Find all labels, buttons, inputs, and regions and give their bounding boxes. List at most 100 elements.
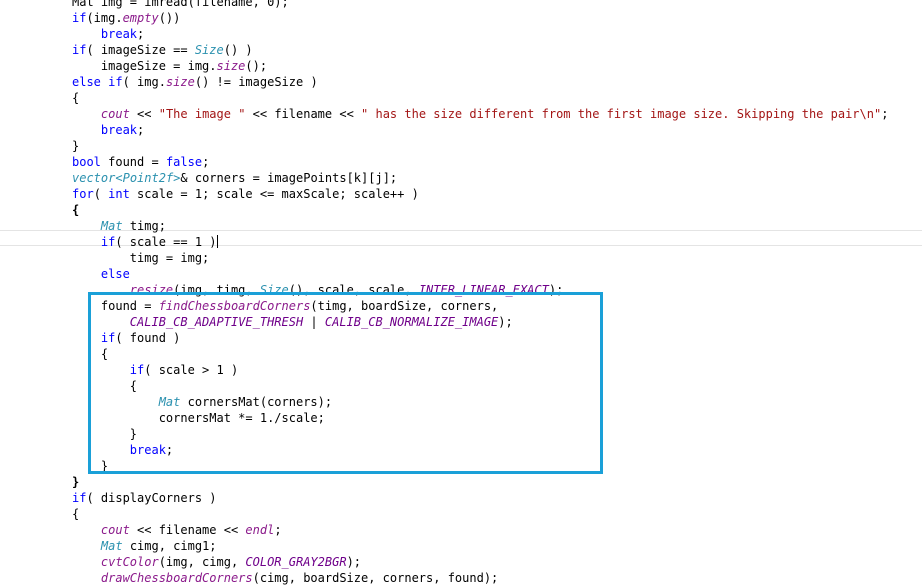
code-token: { [72, 507, 80, 521]
code-token: { [72, 203, 80, 217]
code-line[interactable]: Mat cimg, cimg1; [72, 538, 217, 554]
code-token: if [72, 491, 87, 505]
code-token: << filename << [129, 523, 246, 537]
code-token: } [72, 139, 80, 153]
code-token: ()) [158, 11, 181, 25]
code-line[interactable]: break; [72, 122, 144, 138]
code-token: size [216, 59, 246, 73]
code-token: for [72, 187, 94, 201]
code-line[interactable]: { [72, 90, 79, 106]
code-line[interactable]: else [72, 266, 130, 282]
code-token: ); [346, 555, 362, 569]
code-token: drawChessboardCorners [100, 571, 253, 585]
code-token: vector [72, 171, 116, 185]
code-token: endl [245, 523, 275, 537]
code-token: ; [202, 155, 210, 169]
code-token: " has the size different from the first … [361, 107, 882, 121]
code-token: ( scale == 1 ) [115, 235, 217, 249]
code-token: if [72, 43, 87, 57]
code-token: () != imageSize ) [194, 75, 318, 89]
code-token: if [72, 11, 87, 25]
code-editor[interactable]: Mat img = imread(filename, 0); if(img.emp… [0, 0, 922, 585]
code-token: } [72, 475, 80, 489]
code-line[interactable]: Mat timg; [72, 218, 166, 234]
code-token: (img. [86, 11, 123, 25]
code-token: ( imageSize == [86, 43, 195, 57]
code-token: ( displayCorners ) [86, 491, 217, 505]
code-line[interactable]: drawChessboardCorners(cimg, boardSize, c… [72, 570, 498, 586]
code-token: ; [274, 523, 282, 537]
code-line[interactable]: imageSize = img.size(); [72, 58, 267, 74]
code-line[interactable]: bool found = false; [72, 154, 209, 170]
code-token: timg = img; [72, 251, 210, 265]
code-line[interactable]: { [72, 202, 79, 218]
code-token: else [100, 267, 130, 281]
code-token: if [108, 75, 123, 89]
code-token: cvtColor [100, 555, 159, 569]
code-token: scale = 1; scale <= maxScale; scale++ ) [129, 187, 419, 201]
code-token: Mat [100, 219, 123, 233]
code-token: false [165, 155, 203, 169]
code-token: break [100, 27, 138, 41]
code-token: timg; [122, 219, 166, 233]
code-token: bool [72, 155, 101, 169]
code-line[interactable]: for( int scale = 1; scale <= maxScale; s… [72, 186, 419, 202]
code-token: (img, cimg, [158, 555, 246, 569]
text-caret [216, 235, 218, 248]
code-token: ( [93, 187, 109, 201]
code-token: Mat [100, 539, 123, 553]
code-line[interactable]: cout << filename << endl; [72, 522, 282, 538]
code-token: << [129, 107, 159, 121]
code-token: COLOR_GRAY2BGR [245, 555, 347, 569]
code-line[interactable]: { [72, 506, 79, 522]
code-line[interactable]: } [72, 474, 79, 490]
code-line[interactable]: } [72, 138, 79, 154]
code-token: cout [100, 523, 130, 537]
code-line[interactable]: else if( img.size() != imageSize ) [72, 74, 318, 90]
code-token: "The image " [158, 107, 246, 121]
code-token: int [108, 187, 130, 201]
code-token: cout [100, 107, 130, 121]
code-token: empty [122, 11, 159, 25]
code-token: ; [881, 107, 889, 121]
code-line[interactable]: cout << "The image " << filename << " ha… [72, 106, 889, 122]
code-token: else [72, 75, 101, 89]
code-token: Size [194, 43, 224, 57]
code-token: imageSize = img. [72, 59, 217, 73]
code-token: < [115, 171, 123, 185]
code-token: Point2f [122, 171, 174, 185]
code-token: & corners = imagePoints[k][j]; [180, 171, 398, 185]
code-token: size [165, 75, 195, 89]
code-token: found = [100, 155, 166, 169]
code-token: () ) [223, 43, 253, 57]
code-line[interactable]: if( displayCorners ) [72, 490, 217, 506]
code-token: { [72, 91, 80, 105]
code-line[interactable]: cvtColor(img, cimg, COLOR_GRAY2BGR); [72, 554, 361, 570]
code-line[interactable]: if( scale == 1 ) [72, 234, 218, 250]
code-token: ; [137, 123, 145, 137]
code-line[interactable]: if( imageSize == Size() ) [72, 42, 253, 58]
code-token: Mat img = imread(filename, 0); [72, 0, 289, 9]
code-line[interactable]: Mat img = imread(filename, 0); [72, 0, 289, 10]
code-token: ( img. [122, 75, 166, 89]
code-token: (cimg, boardSize, corners, found); [252, 571, 499, 585]
code-token: cimg, cimg1; [122, 539, 217, 553]
code-token: << filename << [245, 107, 362, 121]
highlight-box [88, 292, 603, 474]
code-line[interactable]: if(img.empty()) [72, 10, 180, 26]
code-token: break [100, 123, 138, 137]
code-token: ; [137, 27, 145, 41]
code-line[interactable]: break; [72, 26, 144, 42]
code-line[interactable]: vector<Point2f>& corners = imagePoints[k… [72, 170, 397, 186]
code-token: (); [245, 59, 268, 73]
code-line[interactable]: timg = img; [72, 250, 209, 266]
